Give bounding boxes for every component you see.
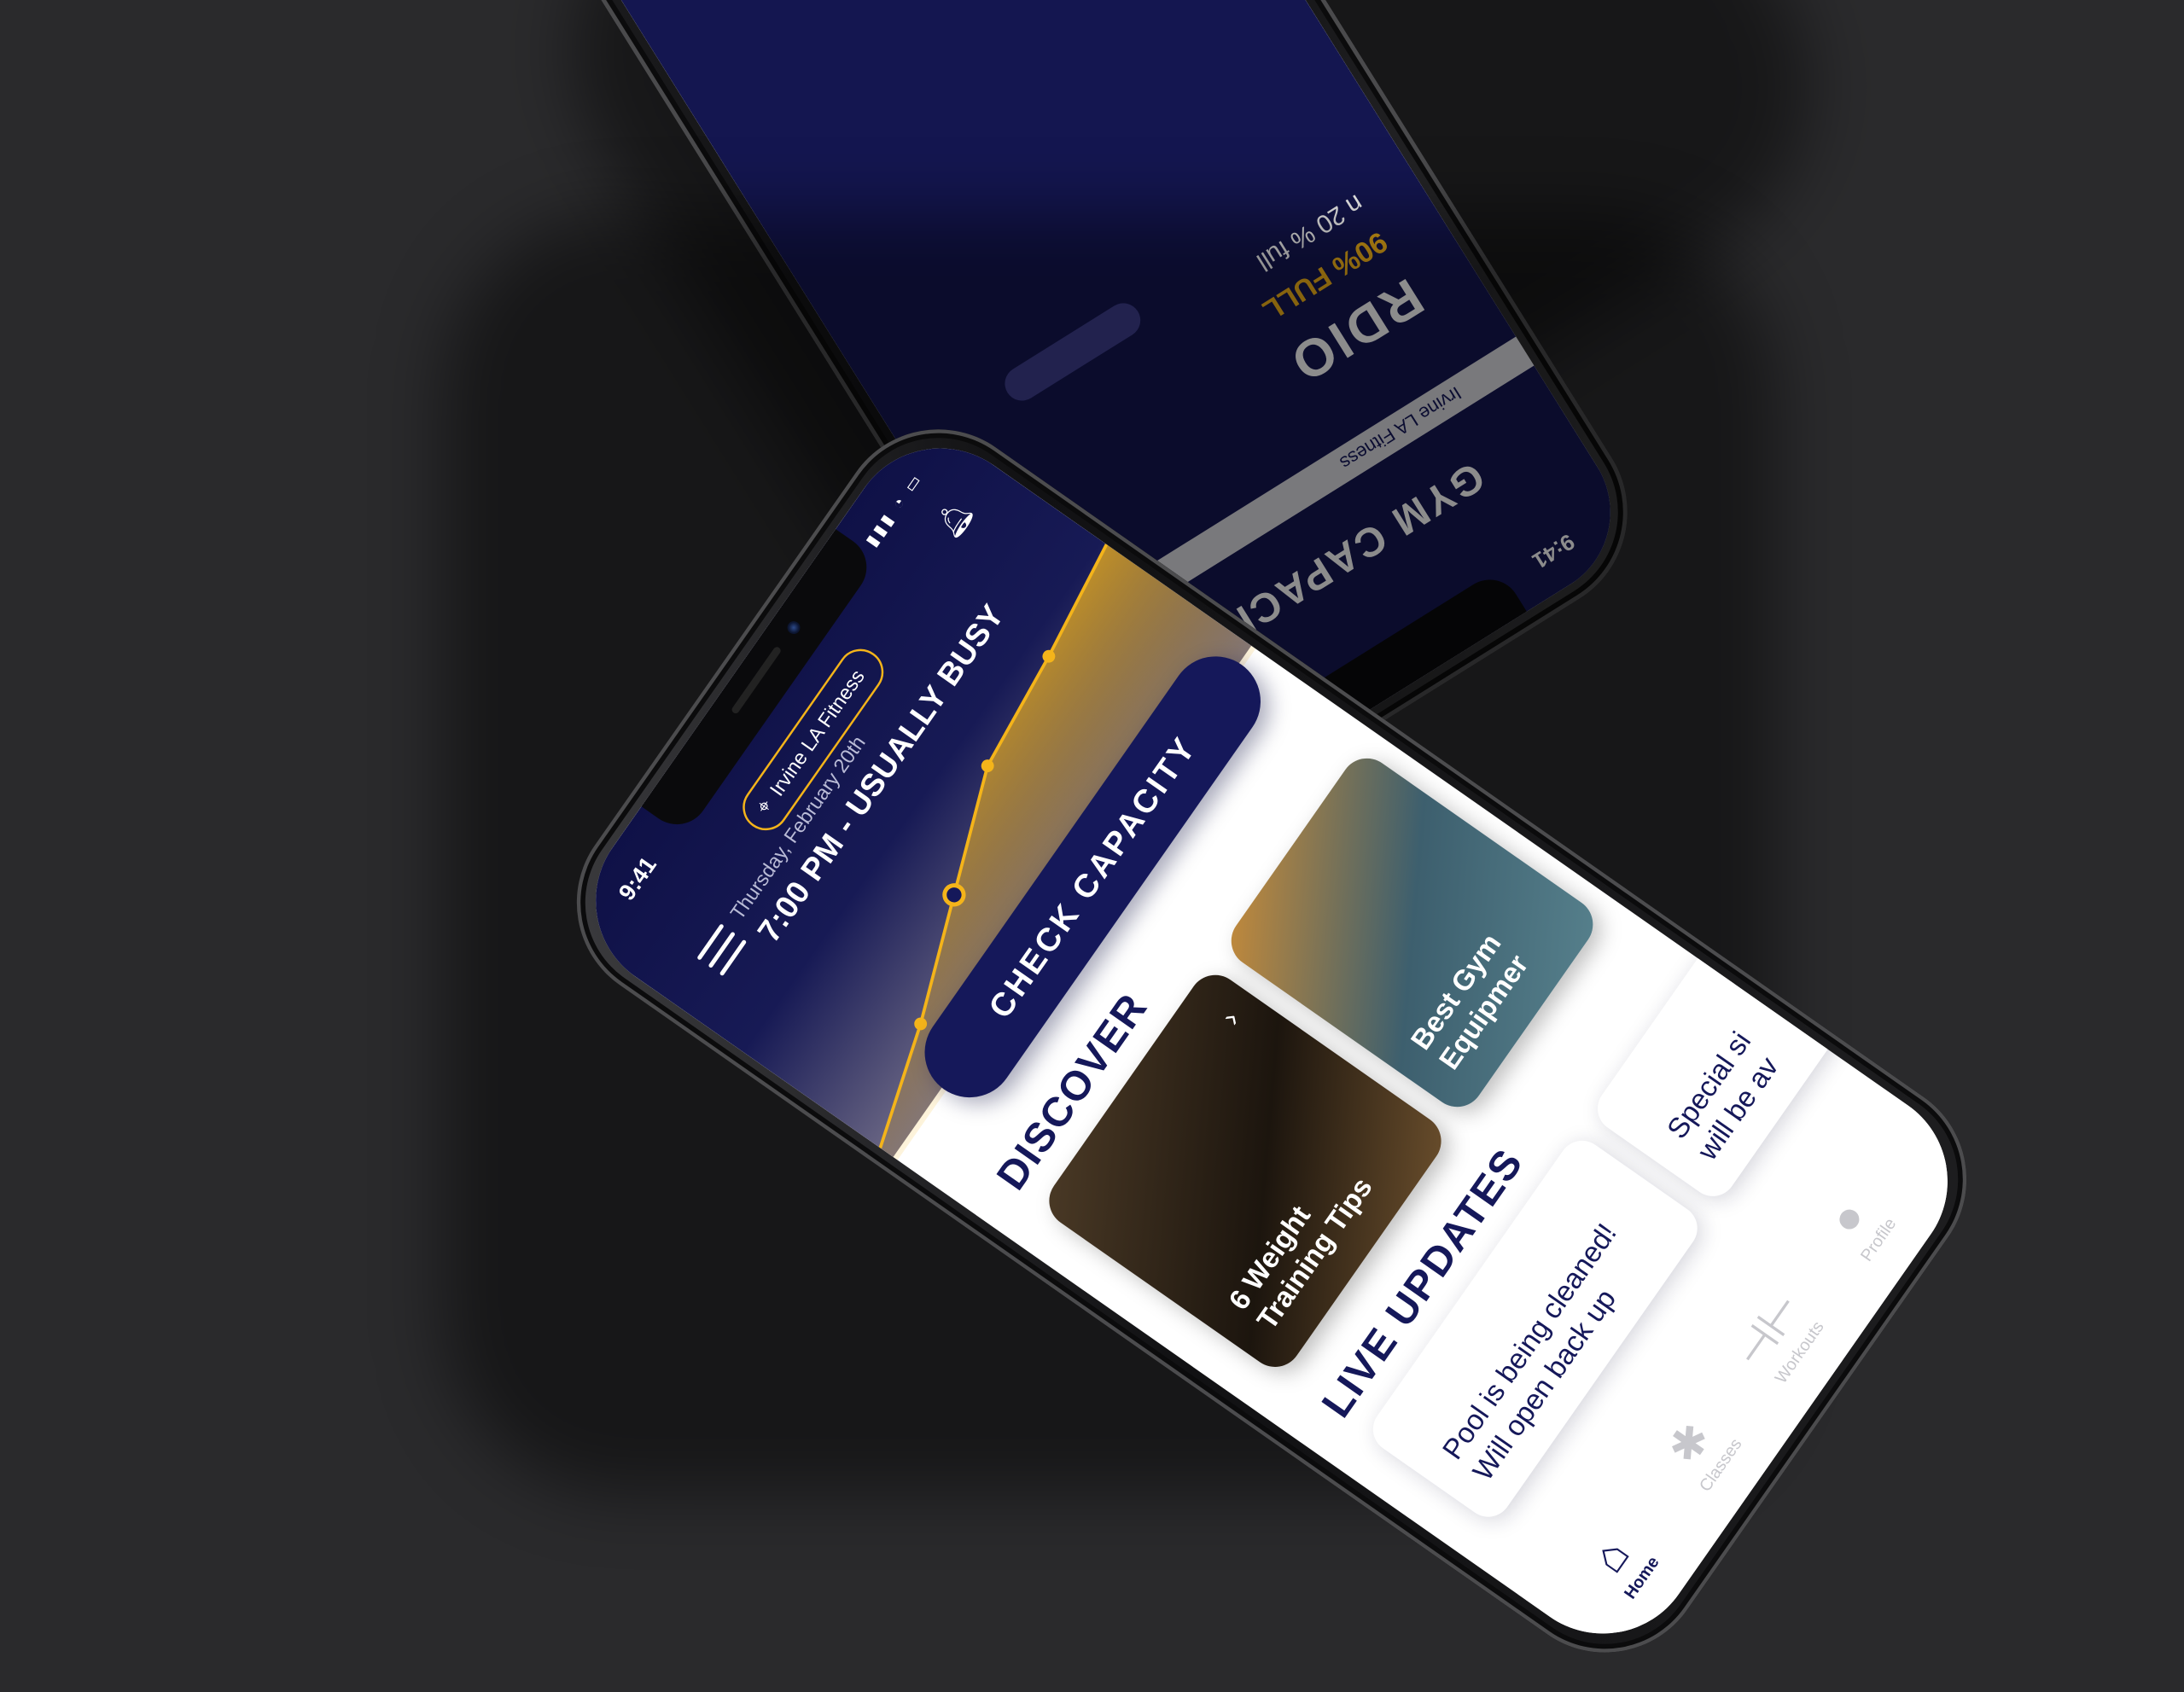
tab-profile[interactable]: ● Profile [1798, 1161, 1917, 1288]
tab-workouts[interactable]: ⊣⊢ Workouts [1720, 1274, 1838, 1401]
chevron-right-icon: › [1214, 1004, 1247, 1032]
location-pin-icon: ⌖ [751, 794, 778, 818]
tab-home[interactable]: ⌂ Home [1562, 1499, 1680, 1626]
update-text: Special si will be av [1661, 1026, 1785, 1166]
discover-card-label: Best Gym Equipmer [1405, 927, 1535, 1076]
speaker [730, 645, 783, 715]
front-camera [784, 619, 803, 637]
